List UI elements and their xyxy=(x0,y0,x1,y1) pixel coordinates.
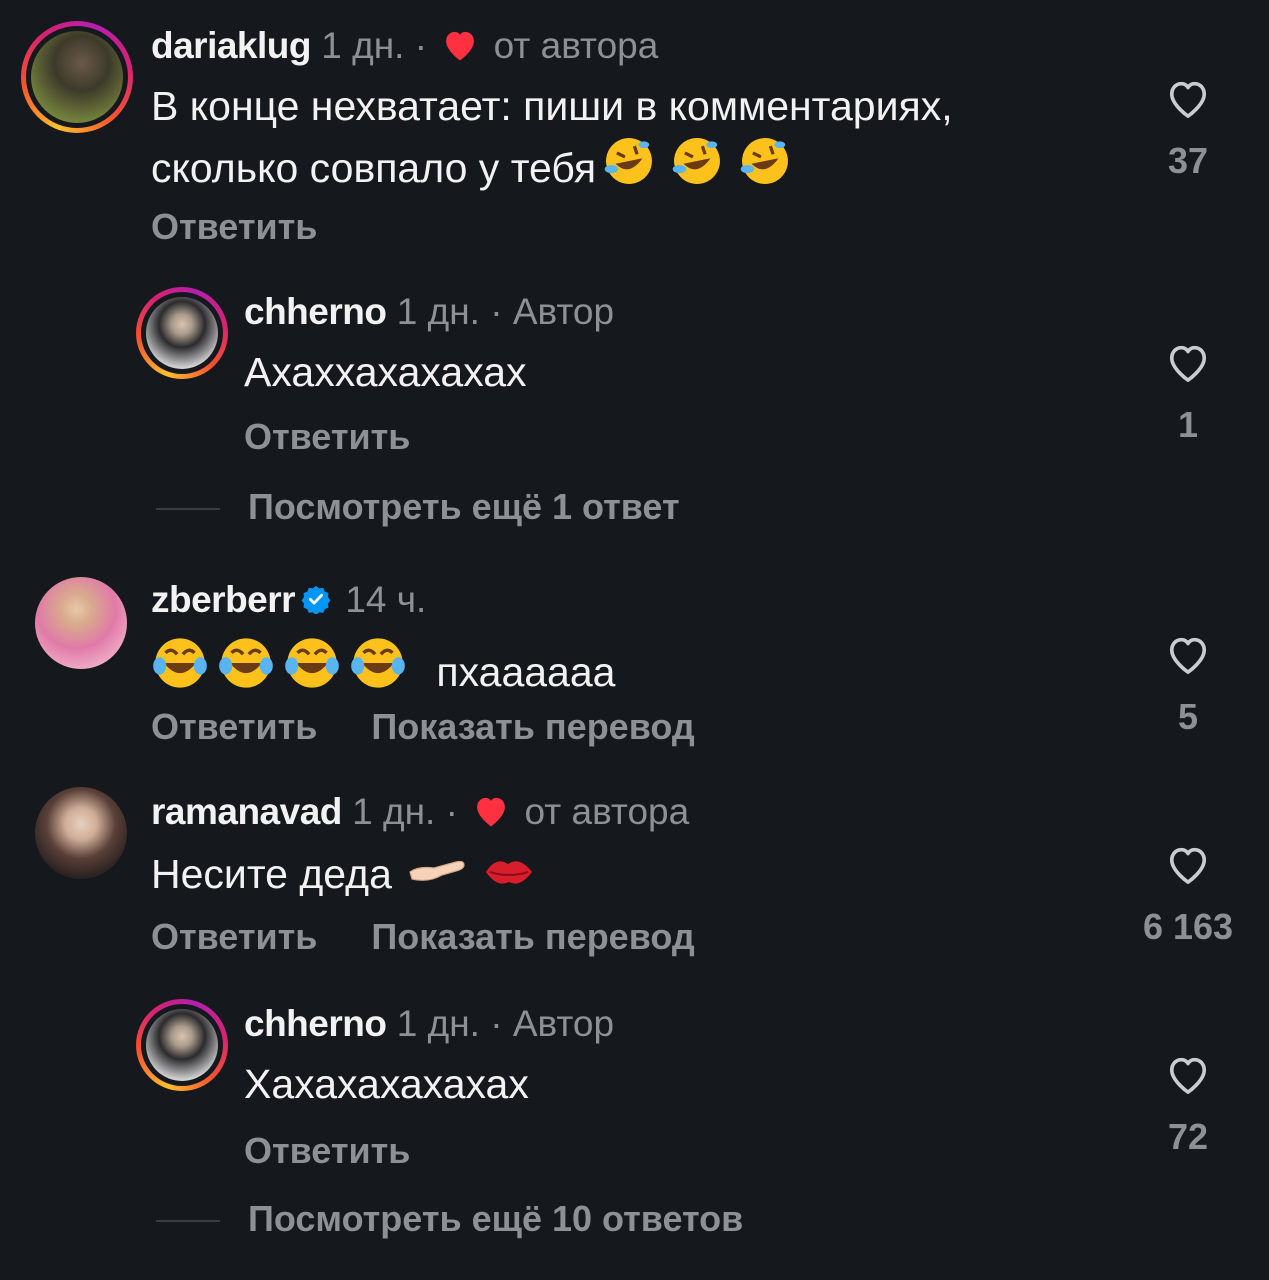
reply-button[interactable]: Ответить xyxy=(151,206,317,247)
author-label: Автор xyxy=(512,1003,615,1044)
avatar-story-ring[interactable] xyxy=(21,21,133,133)
heart-outline-icon[interactable] xyxy=(1165,78,1211,120)
divider xyxy=(156,1220,220,1223)
avatar xyxy=(146,1009,218,1081)
timestamp: 14 ч. xyxy=(345,579,427,620)
view-more-replies-label: Посмотреть ещё 1 ответ xyxy=(248,486,680,527)
comment-text-line2: сколько совпало у тебя xyxy=(151,145,597,191)
comment-dariaklug: dariaklug 1 дн. · от автора В конце нехв… xyxy=(0,0,1269,270)
username[interactable]: chherno xyxy=(244,291,387,332)
heart-outline-icon[interactable] xyxy=(1165,844,1211,886)
liked-by-author-label: от автора xyxy=(493,25,659,66)
timestamp: 1 дн. xyxy=(396,1003,480,1044)
rolling-laughing-emoji xyxy=(672,138,721,184)
like-count: 6 163 xyxy=(1142,906,1234,947)
timestamp: 1 дн. xyxy=(396,291,480,332)
divider xyxy=(156,508,220,511)
liked-by-author-label: от автора xyxy=(524,791,690,832)
comment-zberberr: zberberr 14 ч. пхаааааа Ответить Показат… xyxy=(0,560,1269,760)
comment-ramanavad: ramanavad 1 дн. · от автора Несите деда … xyxy=(0,770,1269,980)
tears-of-joy-emoji xyxy=(351,638,405,688)
view-more-replies-label: Посмотреть ещё 10 ответов xyxy=(248,1198,744,1239)
separator: · xyxy=(490,291,503,332)
view-more-replies[interactable]: Посмотреть ещё 10 ответов xyxy=(156,1198,743,1240)
avatar-story-ring[interactable] xyxy=(136,287,228,379)
separator: · xyxy=(445,791,458,832)
username[interactable]: chherno xyxy=(244,1003,387,1044)
tears-of-joy-emoji xyxy=(219,638,273,688)
avatar-story-ring[interactable] xyxy=(136,999,228,1091)
heart-outline-icon[interactable] xyxy=(1165,1054,1211,1096)
username[interactable]: ramanavad xyxy=(151,791,342,832)
heart-filled-icon xyxy=(446,31,475,61)
username[interactable]: zberberr xyxy=(151,579,296,620)
rolling-laughing-emoji xyxy=(740,138,789,184)
comment-text: пхаааааа xyxy=(436,649,616,695)
reply-button[interactable]: Ответить xyxy=(151,916,317,957)
reply-button[interactable]: Ответить xyxy=(244,416,410,457)
tears-of-joy-emoji xyxy=(285,638,339,688)
reply-button[interactable]: Ответить xyxy=(244,1130,410,1171)
author-label: Автор xyxy=(512,291,615,332)
avatar[interactable] xyxy=(35,787,127,879)
rolling-laughing-emoji xyxy=(604,138,653,184)
view-more-replies[interactable]: Посмотреть ещё 1 ответ xyxy=(156,486,680,528)
separator: · xyxy=(414,25,428,66)
timestamp: 1 дн. xyxy=(321,25,405,66)
avatar[interactable] xyxy=(35,577,127,669)
like-count: 1 xyxy=(1177,404,1199,445)
heart-outline-icon[interactable] xyxy=(1165,342,1211,384)
like-count: 5 xyxy=(1177,696,1199,737)
comment-text: Хахахахахахах xyxy=(244,1061,529,1107)
avatar xyxy=(146,297,218,369)
separator: · xyxy=(490,1003,503,1044)
comment-text: Несите деда xyxy=(151,851,392,897)
like-count: 37 xyxy=(1167,140,1209,181)
kiss-mark-emoji xyxy=(485,861,532,884)
avatar xyxy=(31,31,123,123)
username[interactable]: dariaklug xyxy=(151,25,312,66)
heart-filled-icon xyxy=(477,797,506,827)
show-translation-button[interactable]: Показать перевод xyxy=(371,916,694,957)
timestamp: 1 дн. xyxy=(352,791,436,832)
comment-chherno-reply: chherno 1 дн. · Автор Хахахахахахах Отве… xyxy=(0,982,1269,1252)
like-count: 72 xyxy=(1167,1116,1209,1157)
verified-badge-icon xyxy=(301,585,331,614)
tears-of-joy-emoji xyxy=(153,638,207,688)
comment-chherno-reply: chherno 1 дн. · Автор Ахаххахахахах Отве… xyxy=(0,270,1269,540)
comment-text: Ахаххахахахах xyxy=(244,349,527,395)
show-translation-button[interactable]: Показать перевод xyxy=(371,706,694,747)
palm-up-hand-emoji xyxy=(409,860,465,881)
reply-button[interactable]: Ответить xyxy=(151,706,317,747)
heart-outline-icon[interactable] xyxy=(1165,634,1211,676)
comment-text: В конце нехватает: пиши в комментариях, xyxy=(151,83,953,129)
